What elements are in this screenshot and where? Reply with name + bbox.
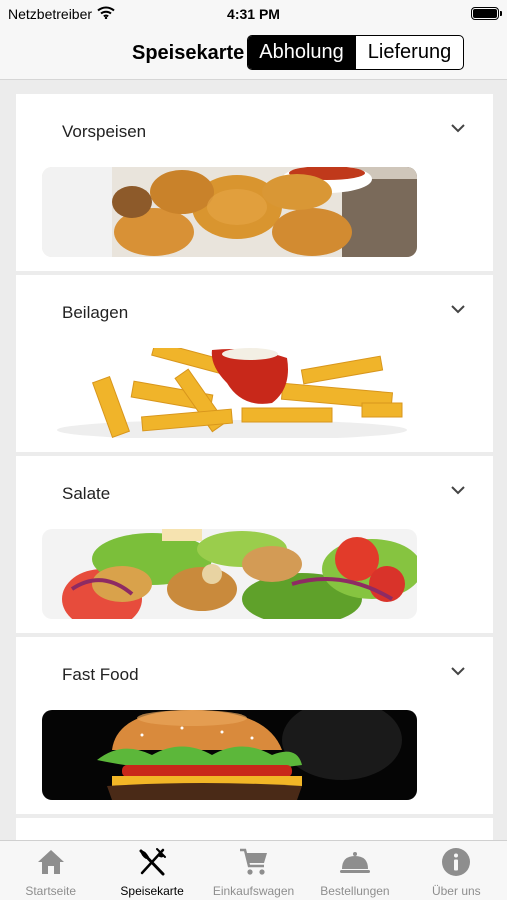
- chevron-down-icon: [451, 486, 465, 495]
- fork-knife-icon: [136, 846, 168, 878]
- tab-label: Bestellungen: [320, 884, 390, 898]
- tab-label: Einkaufswagen: [212, 884, 295, 898]
- category-image-fries: [42, 348, 417, 438]
- tab-label: Startseite: [25, 884, 77, 898]
- clock: 4:31 PM: [227, 6, 280, 22]
- segment-abholung[interactable]: Abholung: [248, 36, 355, 69]
- chevron-down-icon: [451, 305, 465, 314]
- nav-bar: Speisekarte Abholung Lieferung: [0, 28, 507, 80]
- category-image-burger: [42, 710, 417, 800]
- tab-einkaufswagen[interactable]: Einkaufswagen: [203, 841, 304, 900]
- page-title: Speisekarte: [132, 42, 245, 64]
- category-image-salad: [42, 529, 417, 619]
- category-label: Salate: [62, 484, 111, 503]
- tab-ueber-uns[interactable]: Über uns: [406, 841, 507, 900]
- cloche-icon: [339, 846, 371, 878]
- cart-icon: [238, 846, 270, 878]
- segment-lieferung[interactable]: Lieferung: [355, 36, 463, 69]
- category-fast-food[interactable]: Fast Food: [16, 637, 493, 814]
- chevron-down-icon: [451, 124, 465, 133]
- tab-bestellungen[interactable]: Bestellungen: [304, 841, 405, 900]
- category-image-nuggets: [42, 167, 417, 257]
- tab-bar: Startseite Speisekarte Einkaufswagen Bes…: [0, 840, 507, 900]
- info-icon: [440, 846, 472, 878]
- tab-label: Über uns: [431, 884, 481, 898]
- category-beilagen[interactable]: Beilagen: [16, 275, 493, 452]
- category-label: Beilagen: [62, 303, 129, 322]
- category-vorspeisen[interactable]: Vorspeisen: [16, 94, 493, 271]
- status-bar: Netzbetreiber 4:31 PM: [0, 0, 507, 28]
- chevron-down-icon: [451, 667, 465, 676]
- category-label: Fast Food: [62, 665, 139, 684]
- category-label: Vorspeisen: [62, 122, 147, 141]
- tab-label: Speisekarte: [120, 884, 184, 898]
- delivery-mode-segmented-control: Abholung Lieferung: [247, 35, 464, 70]
- tab-startseite[interactable]: Startseite: [0, 841, 101, 900]
- category-salate[interactable]: Salate: [16, 456, 493, 633]
- tab-speisekarte[interactable]: Speisekarte: [101, 841, 202, 900]
- category-list: Vorspeisen Beilagen Salate Fast Food: [0, 80, 507, 840]
- category-partial: [16, 818, 493, 840]
- home-icon: [35, 846, 67, 878]
- battery-icon: [471, 7, 502, 20]
